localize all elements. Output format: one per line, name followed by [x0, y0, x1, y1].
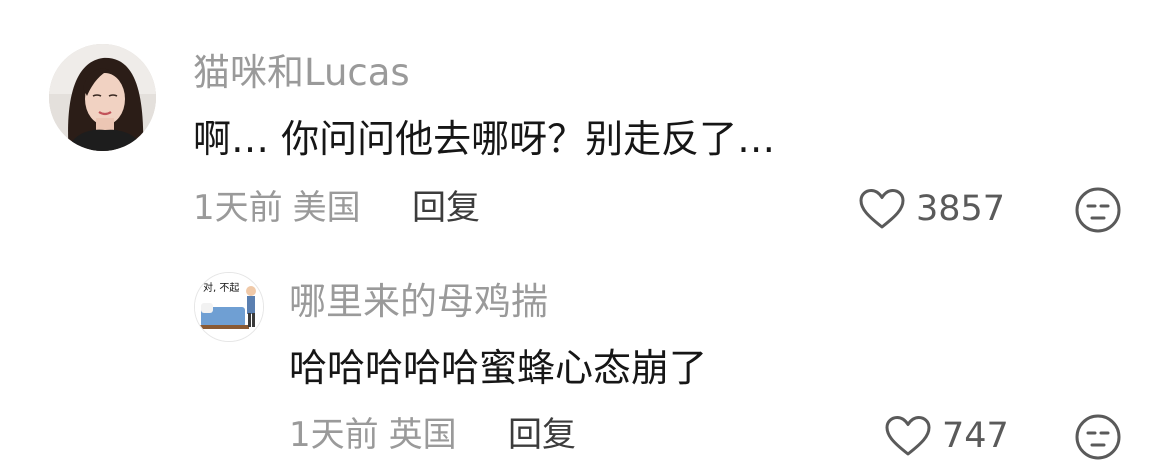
dislike-button[interactable]: [1074, 186, 1122, 238]
comment-meta: 1天前 美国: [193, 187, 361, 229]
heart-outline-icon: [885, 416, 931, 456]
comment-time: 1天前: [193, 188, 283, 228]
reply-button[interactable]: 回复: [412, 187, 480, 229]
username[interactable]: 哪里来的母鸡揣: [289, 280, 548, 324]
like-button[interactable]: 747: [884, 415, 1009, 457]
comment-text: 啊… 你问问他去哪呀？别走反了…: [193, 117, 776, 161]
comment-time: 1天前: [289, 415, 379, 455]
avatar[interactable]: [49, 44, 156, 151]
reply-button[interactable]: 回复: [508, 414, 576, 456]
like-count: 747: [942, 416, 1009, 456]
avatar-caption: 对, 不起: [203, 283, 240, 294]
unamused-face-icon: [1075, 414, 1121, 460]
like-button[interactable]: 3857: [858, 188, 1005, 230]
comment-location: 美国: [292, 188, 361, 228]
dislike-button[interactable]: [1074, 413, 1122, 465]
reply-comment-item: 对, 不起 哪里来的母鸡揣 哈哈哈哈哈蜜蜂心态崩了 1天前 英国 回复 747: [0, 250, 1170, 472]
unamused-face-icon: [1075, 187, 1121, 233]
heart-outline-icon: [859, 189, 905, 229]
like-count: 3857: [916, 189, 1006, 229]
comment-item: 猫咪和Lucas 啊… 你问问他去哪呀？别走反了… 1天前 美国 回复 3857: [0, 0, 1170, 250]
comment-location: 英国: [388, 415, 457, 455]
comment-meta: 1天前 英国: [289, 414, 457, 456]
avatar[interactable]: 对, 不起: [194, 272, 264, 342]
username[interactable]: 猫咪和Lucas: [193, 51, 410, 95]
profile-photo-icon: [49, 44, 156, 151]
comment-text: 哈哈哈哈哈蜜蜂心态崩了: [289, 346, 708, 390]
